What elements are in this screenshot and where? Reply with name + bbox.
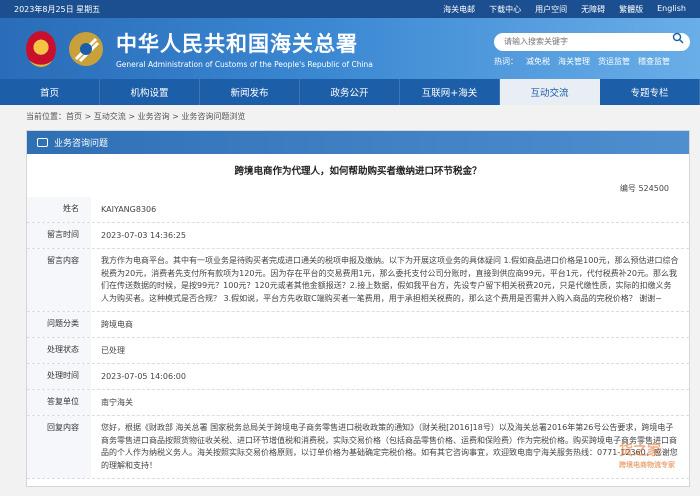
field-value: 2023-07-05 14:06:00 [101, 372, 186, 381]
search-area: 热词： 减免税 海关管理 货运监管 稽查监管 [494, 29, 690, 67]
field-row-category: 问题分类 跨境电商 [27, 312, 689, 338]
field-row-message-content: 留言内容 我方作为电商平台。其中有一项业务是待购买者完成进口通关的税项申报及缴纳… [27, 249, 689, 312]
field-value: 您好，根据《财政部 海关总署 国家税务总局关于跨境电子商务零售进口税收政策的通知… [101, 423, 678, 470]
top-link-download[interactable]: 下载中心 [489, 4, 521, 15]
field-label: 问题分类 [27, 312, 91, 337]
breadcrumb: 当前位置：首页 > 互动交流 > 业务咨询 > 业务咨询问题浏览 [26, 112, 246, 121]
nav-special-topics[interactable]: 专题专栏 [600, 79, 700, 105]
field-label: 留言内容 [27, 249, 91, 311]
hot-word[interactable]: 货运监管 [598, 56, 630, 67]
top-link-accessibility[interactable]: 无障碍 [581, 4, 605, 15]
top-link-english[interactable]: English [657, 4, 686, 15]
number-value: 524500 [638, 184, 669, 193]
top-bar: 2023年8月25日 星期五 海关电邮 下载中心 用户空间 无障碍 繁體版 En… [0, 0, 700, 18]
field-row-name: 姓名 KAIYANG8306 [27, 197, 689, 223]
site-titles: 中华人民共和国海关总署 General Administration of Cu… [116, 28, 373, 69]
field-value: 2023-07-03 14:36:25 [101, 231, 186, 240]
field-value: 已处理 [101, 346, 125, 355]
top-link-email[interactable]: 海关电邮 [443, 4, 475, 15]
field-label: 处理时间 [27, 364, 91, 389]
hot-words: 热词： 减免税 海关管理 货运监管 稽查监管 [494, 56, 690, 67]
top-links: 海关电邮 下载中心 用户空间 无障碍 繁體版 English [443, 4, 686, 15]
field-value: 跨境电商 [101, 320, 133, 329]
customs-logo-icon [69, 31, 103, 66]
watermark-sub: 跨境电商物流专家 [619, 461, 675, 469]
site-header: 中华人民共和国海关总署 General Administration of Cu… [0, 18, 700, 79]
site-title-en: General Administration of Customs of the… [116, 60, 373, 69]
top-link-traditional[interactable]: 繁體版 [619, 4, 643, 15]
search-input[interactable] [494, 32, 690, 51]
hot-words-label: 热词： [494, 56, 518, 66]
field-row-process-time: 处理时间 2023-07-05 14:06:00 [27, 364, 689, 390]
question-number: 编号 524500 [27, 183, 689, 197]
field-label: 处理状态 [27, 338, 91, 363]
field-value: 南宁海关 [101, 398, 133, 407]
search-icon[interactable] [672, 32, 684, 44]
top-link-user-space[interactable]: 用户空间 [535, 4, 567, 15]
field-row-status: 处理状态 已处理 [27, 338, 689, 364]
nav-home[interactable]: 首页 [0, 79, 100, 105]
current-date: 2023年8月25日 星期五 [14, 4, 101, 14]
question-title: 跨境电商作为代理人，如何帮助购买者缴纳进口环节税金？ [234, 166, 482, 177]
chat-icon [37, 138, 48, 147]
field-value: KAIYANG8306 [101, 205, 157, 214]
national-emblem-icon [26, 30, 56, 67]
field-label: 姓名 [27, 197, 91, 222]
watermark-text: 货之家 [619, 443, 661, 459]
hot-word[interactable]: 减免税 [526, 56, 550, 67]
field-label: 回复内容 [27, 416, 91, 478]
field-row-message-time: 留言时间 2023-07-03 14:36:25 [27, 223, 689, 249]
main-nav: 首页 机构设置 新闻发布 政务公开 互联网+海关 互动交流 专题专栏 [0, 79, 700, 105]
nav-interaction[interactable]: 互动交流 [500, 79, 600, 105]
nav-organization[interactable]: 机构设置 [100, 79, 200, 105]
hot-word[interactable]: 稽查监管 [638, 56, 670, 67]
number-label: 编号 [619, 184, 636, 193]
field-label: 留言时间 [27, 223, 91, 248]
nav-news[interactable]: 新闻发布 [200, 79, 300, 105]
field-row-reply-unit: 答复单位 南宁海关 [27, 390, 689, 416]
field-label: 答复单位 [27, 390, 91, 415]
field-row-reply-content: 回复内容 您好，根据《财政部 海关总署 国家税务总局关于跨境电子商务零售进口税收… [27, 416, 689, 479]
consultation-panel: 业务咨询问题 跨境电商作为代理人，如何帮助购买者缴纳进口环节税金？ 编号 524… [26, 130, 690, 487]
panel-heading: 业务咨询问题 [27, 131, 689, 154]
nav-internet-plus[interactable]: 互联网+海关 [400, 79, 500, 105]
field-value: 我方作为电商平台。其中有一项业务是待购买者完成进口通关的税项申报及缴纳。以下为开… [101, 256, 679, 303]
site-title-cn: 中华人民共和国海关总署 [116, 32, 358, 56]
nav-government-affairs[interactable]: 政务公开 [300, 79, 400, 105]
watermark: 货之家 跨境电商物流专家 [619, 440, 675, 470]
panel-heading-text: 业务咨询问题 [54, 139, 109, 149]
hot-word[interactable]: 海关管理 [558, 56, 590, 67]
